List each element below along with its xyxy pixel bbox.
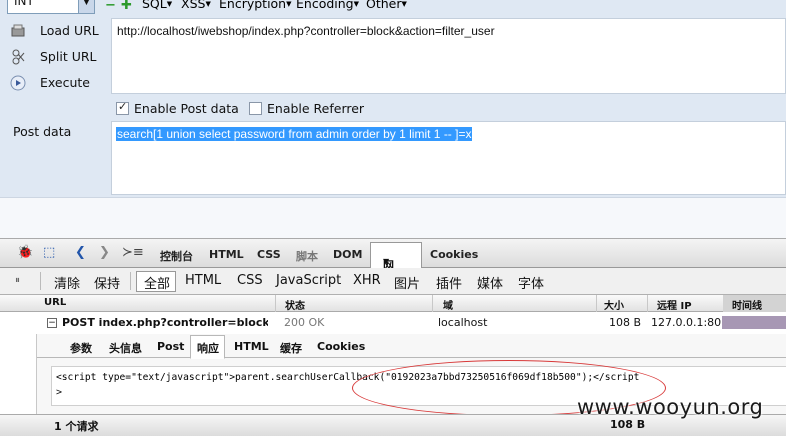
enable-post-checkbox[interactable]: Enable Post data [116, 100, 239, 116]
back-icon[interactable]: ❮ [75, 245, 86, 260]
divider [40, 272, 41, 290]
divider [647, 295, 648, 312]
divider [130, 272, 131, 290]
tab-console[interactable]: 控制台 [160, 248, 193, 264]
split-url-button[interactable]: Split URL [10, 48, 97, 68]
forward-icon[interactable]: ❯ [99, 245, 110, 260]
tab-css[interactable]: CSS [257, 248, 281, 261]
detail-tab-html[interactable]: HTML [234, 340, 269, 353]
detail-tab-headers[interactable]: 头信息 [109, 340, 142, 356]
menu-xss[interactable]: XSS▼ [181, 0, 211, 11]
post-data-label: Post data [13, 124, 72, 139]
collapse-icon[interactable]: − [47, 318, 57, 328]
detail-tab-params[interactable]: 参数 [70, 340, 92, 356]
net-table-header: URL 状态 域 大小 远程 IP 时间线 [0, 295, 786, 312]
filter-fonts[interactable]: 字体 [518, 273, 544, 292]
menu-encoding[interactable]: Encoding▼ [296, 0, 359, 11]
request-remote-ip: 127.0.0.1:80 [651, 316, 722, 329]
filter-plugins[interactable]: 插件 [436, 273, 462, 292]
column-status[interactable]: 状态 [285, 297, 305, 312]
watermark: www.wooyun.org [577, 395, 764, 419]
menu-encryption[interactable]: Encryption▼ [219, 0, 292, 11]
tab-cookies[interactable]: Cookies [430, 248, 478, 261]
menu-other[interactable]: Other▼ [366, 0, 407, 11]
divider [596, 295, 597, 312]
execute-button[interactable]: Execute [10, 74, 90, 94]
clear-button[interactable]: 清除 [54, 273, 80, 292]
url-textarea[interactable]: http://localhost/iwebshop/index.php?cont… [111, 18, 786, 94]
request-status: 200 OK [284, 316, 325, 329]
chevron-down-icon: ▼ [383, 257, 390, 266]
divider [275, 295, 276, 312]
filter-images[interactable]: 图片 [394, 273, 420, 292]
inspect-icon[interactable]: ⬚ [43, 245, 55, 260]
execute-icon [10, 75, 26, 91]
plus-icon[interactable]: ✚ [121, 0, 132, 13]
filter-css[interactable]: CSS [237, 273, 263, 288]
net-filter-bar: ⏸ 清除 保持 全部 HTML CSS JavaScript XHR 图片 插件… [0, 268, 786, 295]
firebug-icon[interactable]: 🐞 [17, 245, 33, 260]
detail-tab-response[interactable]: 响应 [197, 340, 219, 356]
filter-html[interactable]: HTML [185, 273, 221, 288]
tab-script[interactable]: 脚本 [296, 248, 318, 264]
post-data-textarea[interactable]: search[1 union select password from admi… [111, 121, 786, 195]
detail-tab-cookies[interactable]: Cookies [317, 340, 365, 353]
xhr-icon[interactable]: ⏸ [15, 275, 20, 286]
hackbar-bottom-area [0, 197, 786, 238]
tab-dom[interactable]: DOM [333, 248, 362, 261]
firebug-toolbar: 🐞 ⬚ ❮ ❯ ≻≡ 控制台 HTML CSS 脚本 DOM 网络 ▼ Cook… [0, 238, 786, 288]
request-count: 1 个请求 [54, 420, 99, 433]
enable-referrer-checkbox[interactable]: Enable Referrer [249, 101, 364, 116]
divider [432, 295, 433, 312]
command-line-icon[interactable]: ≻≡ [122, 245, 144, 260]
column-remote-ip[interactable]: 远程 IP [657, 297, 692, 312]
request-domain: localhost [438, 316, 488, 329]
column-size[interactable]: 大小 [604, 297, 624, 312]
hackbar-type-value: INT [14, 0, 34, 8]
hackbar-type-select[interactable]: INT ▼ [7, 0, 95, 14]
detail-tabs: 参数 头信息 Post 响应 HTML 缓存 Cookies [37, 334, 786, 359]
filter-media[interactable]: 媒体 [477, 273, 503, 292]
chevron-down-icon: ▼ [78, 0, 94, 13]
persist-button[interactable]: 保持 [94, 273, 120, 292]
detail-tab-cache[interactable]: 缓存 [280, 340, 302, 356]
url-text: http://localhost/iwebshop/index.php?cont… [117, 24, 495, 38]
checkbox-checked-icon [116, 100, 129, 115]
total-size: 108 B [610, 418, 646, 431]
tab-net[interactable]: 网络 ▼ [370, 242, 422, 288]
split-url-icon [10, 49, 26, 65]
net-request-row[interactable]: − POST index.php?controller=block&ac 200… [0, 313, 786, 333]
hackbar-menubar: INT ▼ − ✚ SQL▼ XSS▼ Encryption▼ Encoding… [0, 0, 786, 16]
request-size: 108 B [609, 316, 642, 329]
request-url: POST index.php?controller=block&ac [62, 316, 268, 329]
column-domain[interactable]: 域 [443, 297, 453, 312]
checkbox-unchecked-icon [249, 102, 262, 115]
detail-tab-post[interactable]: Post [157, 340, 184, 353]
filter-all[interactable]: 全部 [136, 271, 176, 292]
response-line: > [56, 387, 63, 398]
tab-html[interactable]: HTML [209, 248, 244, 261]
load-url-button[interactable]: Load URL [10, 22, 99, 42]
load-url-icon [10, 23, 26, 39]
minus-icon[interactable]: − [105, 0, 116, 13]
column-url[interactable]: URL [44, 297, 66, 308]
filter-xhr[interactable]: XHR [353, 273, 381, 288]
column-timeline[interactable]: 时间线 [732, 297, 762, 312]
post-data-text: search[1 union select password from admi… [116, 127, 473, 141]
menu-sql[interactable]: SQL▼ [142, 0, 172, 11]
filter-javascript[interactable]: JavaScript [276, 273, 341, 288]
timeline-bar [722, 316, 786, 329]
hackbar-panel: INT ▼ − ✚ SQL▼ XSS▼ Encryption▼ Encoding… [0, 0, 786, 238]
